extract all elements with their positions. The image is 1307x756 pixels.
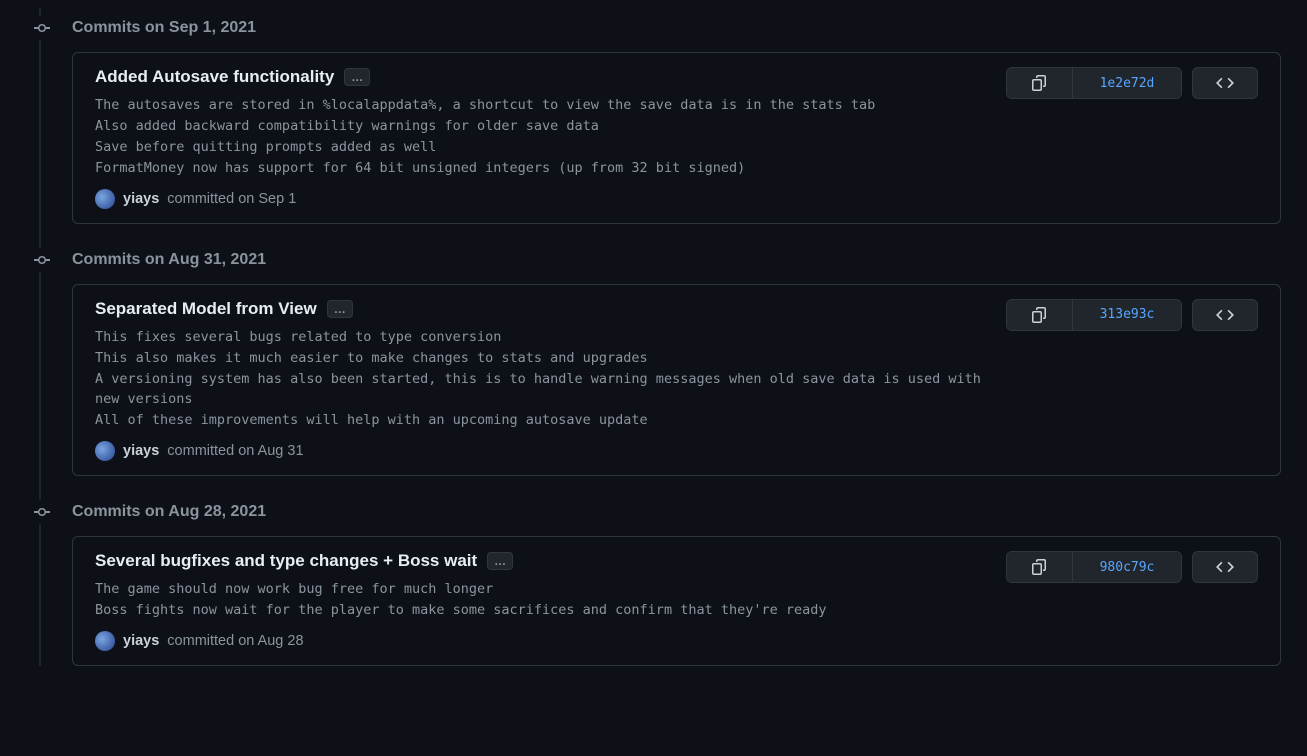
browse-code-button[interactable] <box>1192 299 1258 331</box>
commit-actions: 1e2e72d <box>1006 53 1280 223</box>
commit-card: Added Autosave functionality … The autos… <box>72 52 1281 224</box>
commit-author-link[interactable]: yiays <box>123 191 159 207</box>
commit-dot-icon <box>26 248 58 272</box>
commit-time-text: committed on Sep 1 <box>167 191 296 207</box>
commit-title-row: Separated Model from View … <box>95 299 990 319</box>
commit-time-text: committed on Aug 28 <box>167 633 303 649</box>
commit-group-date: Commits on Aug 28, 2021 <box>72 503 266 521</box>
commit-dot-icon <box>26 500 58 524</box>
commit-author-link[interactable]: yiays <box>123 443 159 459</box>
commit-title-row: Added Autosave functionality … <box>95 67 990 87</box>
code-icon <box>1216 74 1234 92</box>
commit-main: Separated Model from View … This fixes s… <box>73 285 1006 476</box>
expand-description-button[interactable]: … <box>327 300 353 318</box>
copy-sha-button[interactable] <box>1007 552 1073 582</box>
copy-sha-button[interactable] <box>1007 68 1073 98</box>
commit-title-row: Several bugfixes and type changes + Boss… <box>95 551 990 571</box>
browse-code-button[interactable] <box>1192 551 1258 583</box>
copy-icon <box>1032 75 1048 91</box>
copy-sha-button[interactable] <box>1007 300 1073 330</box>
sha-button-group: 313e93c <box>1006 299 1182 331</box>
commit-title-link[interactable]: Added Autosave functionality <box>95 67 334 87</box>
copy-icon <box>1032 559 1048 575</box>
commit-meta: yiays committed on Sep 1 <box>95 189 990 209</box>
sha-button-group: 1e2e72d <box>1006 67 1182 99</box>
commit-sha-link[interactable]: 980c79c <box>1073 552 1181 582</box>
commit-card: Several bugfixes and type changes + Boss… <box>72 536 1281 666</box>
code-icon <box>1216 306 1234 324</box>
commit-actions: 980c79c <box>1006 537 1280 665</box>
expand-description-button[interactable]: … <box>344 68 370 86</box>
commit-author-link[interactable]: yiays <box>123 633 159 649</box>
copy-icon <box>1032 307 1048 323</box>
commit-dot-icon <box>26 16 58 40</box>
commit-title-link[interactable]: Several bugfixes and type changes + Boss… <box>95 551 477 571</box>
commit-description: The autosaves are stored in %localappdat… <box>95 95 990 179</box>
commit-main: Added Autosave functionality … The autos… <box>73 53 1006 223</box>
commit-description: This fixes several bugs related to type … <box>95 327 990 432</box>
commit-timeline: Commits on Sep 1, 2021 Added Autosave fu… <box>0 8 1307 666</box>
commit-description: The game should now work bug free for mu… <box>95 579 990 621</box>
avatar[interactable] <box>95 189 115 209</box>
commit-main: Several bugfixes and type changes + Boss… <box>73 537 1006 665</box>
browse-code-button[interactable] <box>1192 67 1258 99</box>
commit-sha-link[interactable]: 313e93c <box>1073 300 1181 330</box>
commit-actions: 313e93c <box>1006 285 1280 476</box>
commit-sha-link[interactable]: 1e2e72d <box>1073 68 1181 98</box>
code-icon <box>1216 558 1234 576</box>
avatar[interactable] <box>95 631 115 651</box>
commit-group-date: Commits on Sep 1, 2021 <box>72 19 256 37</box>
commit-group-header: Commits on Sep 1, 2021 <box>26 8 1307 48</box>
commit-card: Separated Model from View … This fixes s… <box>72 284 1281 477</box>
expand-description-button[interactable]: … <box>487 552 513 570</box>
commit-group-header: Commits on Aug 31, 2021 <box>26 240 1307 280</box>
commit-group-date: Commits on Aug 31, 2021 <box>72 251 266 269</box>
timeline-line <box>39 8 41 666</box>
commit-meta: yiays committed on Aug 31 <box>95 441 990 461</box>
avatar[interactable] <box>95 441 115 461</box>
sha-button-group: 980c79c <box>1006 551 1182 583</box>
commit-group-header: Commits on Aug 28, 2021 <box>26 492 1307 532</box>
commit-meta: yiays committed on Aug 28 <box>95 631 990 651</box>
commit-title-link[interactable]: Separated Model from View <box>95 299 317 319</box>
commit-time-text: committed on Aug 31 <box>167 443 303 459</box>
